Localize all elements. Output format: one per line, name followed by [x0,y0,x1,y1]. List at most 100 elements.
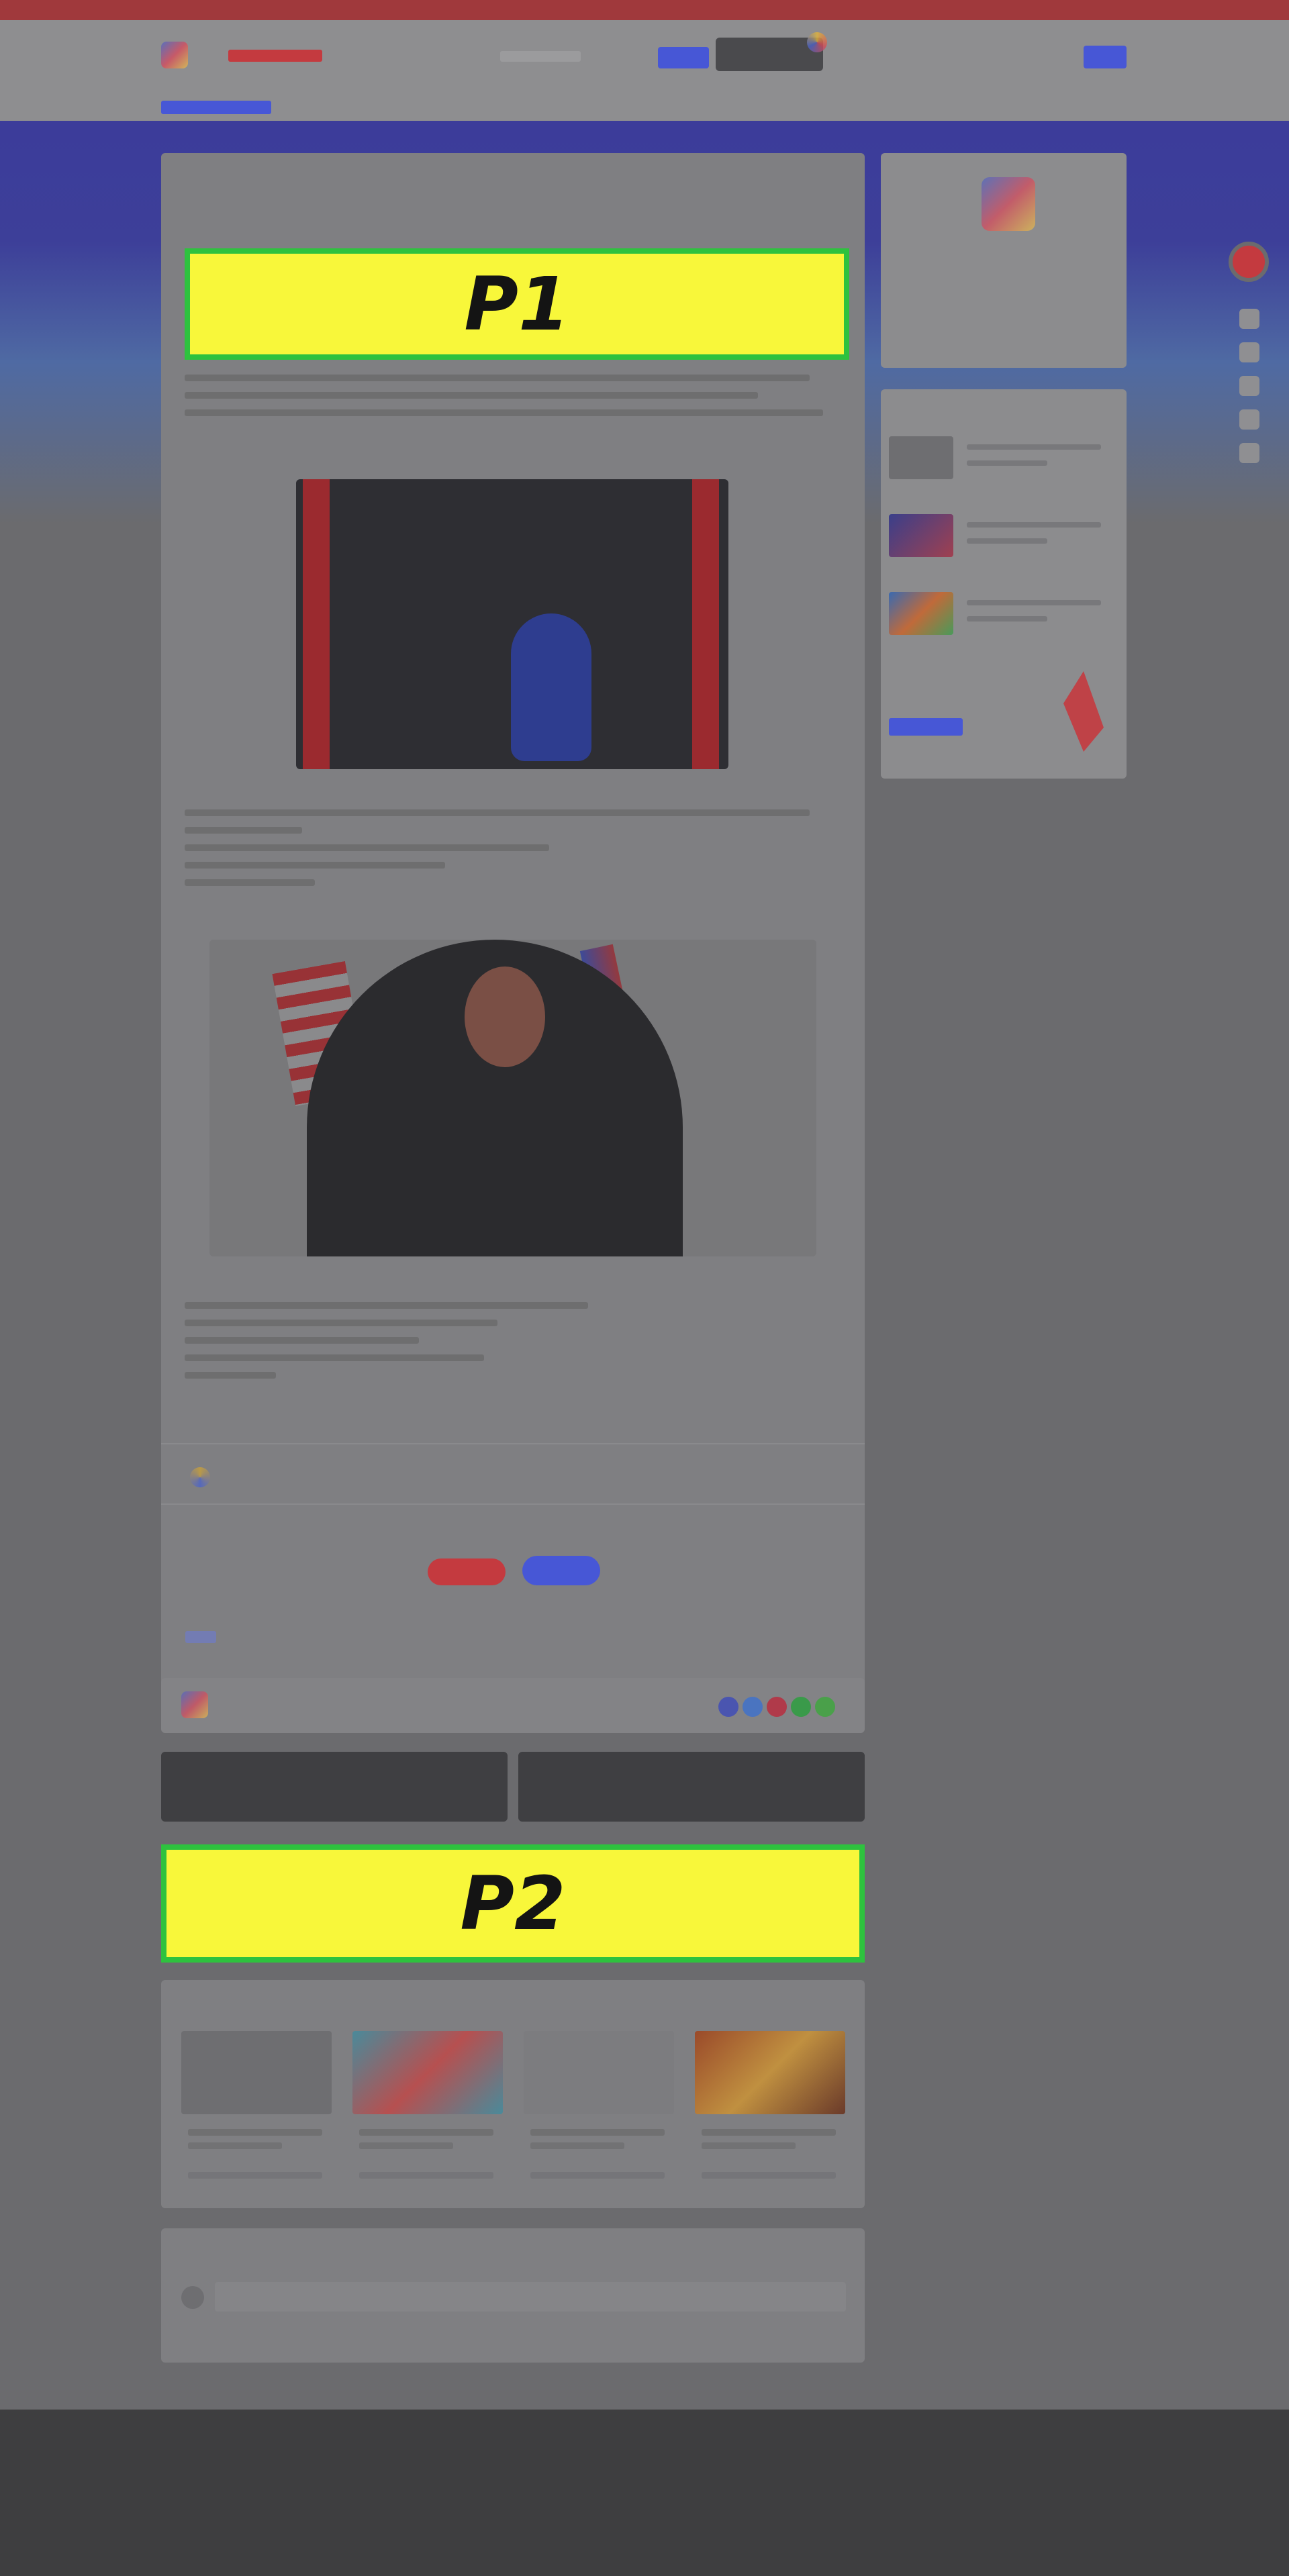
news-meta-line [967,538,1047,544]
person-face [465,967,545,1067]
sidebar-promo[interactable] [889,658,1117,772]
ad-label-p1: P1 [464,261,570,347]
news-thumbnail [889,592,953,635]
related-image [524,2031,674,2114]
related-card[interactable] [181,2031,332,2185]
like-button[interactable] [428,1558,506,1585]
news-title-line [967,522,1101,528]
related-meta [359,2172,493,2179]
share-button[interactable] [522,1556,600,1585]
text-line [185,1320,497,1326]
float-share-icon[interactable] [1239,409,1259,430]
float-share-icon[interactable] [1239,443,1259,463]
related-meta [188,2172,322,2179]
divider [161,1443,865,1444]
related-card[interactable] [695,2031,845,2185]
line-icon[interactable] [815,1697,835,1717]
article-paragraph-2 [185,809,836,910]
news-thumbnail [889,514,953,557]
nav-item-active[interactable] [161,101,271,114]
promo-graphic [1063,671,1104,752]
text-line [185,1302,589,1309]
text-line [185,1354,485,1361]
prev-article[interactable] [161,1752,508,1822]
author-avatar [190,1467,210,1487]
text-line [185,844,550,851]
header-icons[interactable] [1014,50,1054,63]
related-caption [359,2129,493,2136]
ad-slot-p2[interactable]: P2 [161,1844,865,1963]
site-logo[interactable] [161,42,188,68]
comment-avatar [181,2286,204,2309]
share-icons [718,1697,835,1717]
sidebar-news-item[interactable] [889,436,1117,497]
related-caption [530,2142,624,2149]
sidebar-news-card [881,389,1127,779]
site-footer [0,2410,1289,2576]
calendar-widget[interactable] [921,274,1096,348]
text-line [185,409,823,416]
promo-button[interactable] [889,718,963,736]
brand-logo[interactable] [716,32,827,71]
related-card[interactable] [524,2031,674,2185]
nav-live[interactable] [1061,101,1128,115]
related-caption [702,2129,836,2136]
top-bar [0,0,1289,20]
related-card[interactable] [352,2031,503,2185]
ad-slot-p1[interactable]: P1 [185,248,849,360]
news-title-line [967,444,1101,450]
related-meta [530,2172,665,2179]
text-line [185,862,445,869]
whatsapp-icon[interactable] [791,1697,811,1717]
text-line [185,375,810,381]
floating-badge-icon[interactable] [1229,242,1269,282]
sidebar-news-item[interactable] [889,514,1117,575]
header-search-bar[interactable] [500,51,581,62]
related-caption [702,2142,796,2149]
comment-input[interactable] [215,2282,846,2312]
related-caption [188,2142,282,2149]
next-article[interactable] [518,1752,865,1822]
text-line [185,1372,276,1379]
related-caption [359,2142,453,2149]
share-card [161,1678,865,1733]
article-image-2[interactable] [209,940,816,1256]
ad-label-p2: P2 [460,1861,566,1946]
article-title [185,173,681,192]
sidebar-calendar-card [881,153,1127,368]
news-meta-line [967,460,1047,466]
article-paragraph-1 [185,375,836,442]
article-image-1[interactable] [296,479,728,769]
share-logo [181,1691,208,1718]
float-share-icon[interactable] [1239,376,1259,396]
flag-banner [692,479,719,769]
author-row[interactable] [185,1463,836,1493]
news-title-line [967,600,1101,605]
figure-blue [511,613,591,761]
float-share-icon[interactable] [1239,309,1259,329]
article-meta [185,205,836,214]
related-meta [702,2172,836,2179]
float-share-icon[interactable] [1239,342,1259,362]
comments-section [161,2228,865,2363]
text-line [185,827,302,834]
text-line [185,809,810,816]
tag-chip[interactable] [185,1631,216,1643]
pinterest-icon[interactable] [767,1697,787,1717]
twitter-icon[interactable] [743,1697,763,1717]
related-articles [161,1980,865,2208]
sidebar-news-item[interactable] [889,592,1117,652]
text-line [185,879,315,886]
text-line [185,1337,420,1344]
header-promo-tag[interactable] [228,50,322,62]
facebook-icon[interactable] [718,1697,738,1717]
related-image [352,2031,503,2114]
flag-banner [303,479,330,769]
related-caption [188,2129,322,2136]
header-login-button[interactable] [1084,46,1127,68]
article-paragraph-3 [185,1302,836,1403]
news-meta-line [967,616,1047,622]
news-thumbnail [889,436,953,479]
header-button[interactable] [658,47,709,68]
related-image [181,2031,332,2114]
